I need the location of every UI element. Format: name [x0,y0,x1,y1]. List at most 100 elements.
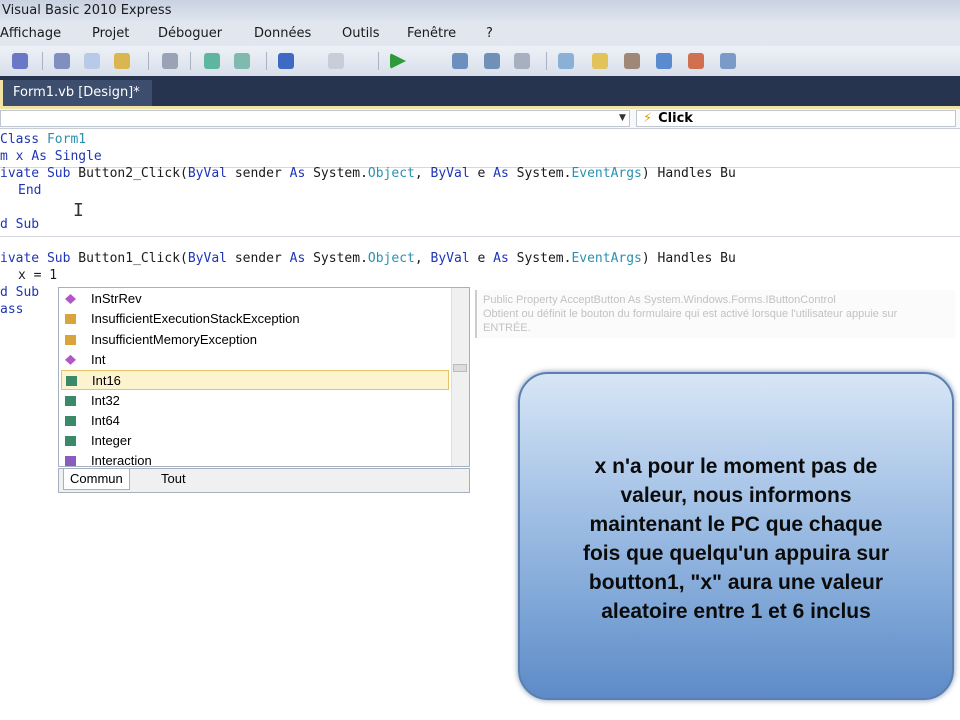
comment-icon[interactable] [204,53,220,69]
intellisense-item[interactable]: Integer [61,431,449,451]
callout-line: boutton1, "x" aura une valeur [588,571,884,594]
tooltip-description: Obtient ou définit le bouton du formulai… [483,308,898,320]
intellisense-item-label: InsufficientMemoryException [91,331,257,347]
menu-affichage[interactable]: Affichage [0,22,61,46]
menu-deboguer[interactable]: Déboguer [158,22,222,46]
annotation-callout: x n'a pour le moment pas de valeur, nous… [518,372,954,700]
intellisense-item[interactable]: Int16 [61,370,449,391]
module-icon [65,456,76,467]
menu-bar: Affichage Projet Déboguer Données Outils… [0,22,960,46]
intellisense-item-label: Integer [91,433,132,449]
class-icon [65,314,76,325]
method-name: Click [658,111,693,126]
text-cursor-icon: I [73,200,84,221]
intellisense-item[interactable]: InStrRev [61,289,449,309]
callout-line: maintenant le PC que chaque [589,513,883,536]
intellisense-tooltip: Public Property AcceptButton As System.W… [475,290,955,338]
code-line-end-sub: d Sub [0,285,40,300]
intellisense-item[interactable]: InsufficientMemoryException [61,330,449,350]
properties-icon[interactable] [592,53,608,69]
tab-tout[interactable]: Tout [155,469,192,490]
separator [378,52,379,70]
intellisense-tabs: Commun Tout [58,468,470,493]
class-name-dropdown[interactable]: ▼ [0,110,630,127]
separator [190,52,191,70]
callout-line: aleatoire entre 1 et 6 inclus [601,600,871,623]
separator [42,52,43,70]
output-icon[interactable] [720,53,736,69]
error-list-icon[interactable] [688,53,704,69]
intellisense-item-label: InStrRev [91,291,142,306]
tooltip-signature: Public Property AcceptButton As System.W… [483,294,836,306]
intellisense-item-label: Int [91,351,106,367]
class-icon [65,334,76,345]
step-out-icon[interactable] [514,53,530,69]
code-line-end-sub: d Sub [0,217,40,232]
callout-line: fois que quelqu'un appuira sur [582,542,889,565]
navigation-bar: ▼ ⚡ Click [0,109,960,129]
code-line-assign: x = 1 [18,268,58,283]
separator [148,52,149,70]
copy-icon[interactable] [84,53,100,69]
menu-help[interactable]: ? [486,22,493,46]
structure-icon [65,436,76,447]
intellisense-list[interactable]: InStrRev InsufficientExecutionStackExcept… [58,287,470,468]
intellisense-item[interactable]: Int32 [61,391,449,411]
code-keyword: Class [0,132,40,147]
intellisense-item-label: Int64 [91,412,120,428]
menu-fenetre[interactable]: Fenêtre [407,22,456,46]
code-line-end-class: ass [0,302,24,317]
menu-donnees[interactable]: Données [254,22,311,46]
code-line-button1: ivate Sub Button1_Click(ByVal sender As … [0,251,736,266]
scrollbar[interactable] [451,288,469,466]
menu-outils[interactable]: Outils [342,22,380,46]
tab-form1-design[interactable]: Form1.vb [Design]* [0,80,152,106]
code-line-class: Class Form1 [0,131,86,148]
start-debug-icon[interactable] [390,53,406,69]
tooltip-description-end: ENTRÉE. [483,322,531,334]
callout-line: valeur, nous informons [620,484,852,507]
chevron-down-icon: ▼ [619,113,626,123]
tab-commun[interactable]: Commun [63,469,130,490]
code-line-end: End [18,183,42,198]
code-type: Form1 [46,132,87,147]
code-line-dim: m x As Single [0,148,102,165]
separator [546,52,547,70]
structure-icon [65,395,76,406]
method-icon [65,354,76,365]
step-icon[interactable] [452,53,468,69]
separator [266,52,267,70]
intellisense-item-label: Int16 [92,373,121,389]
method-icon [65,294,76,304]
event-icon: ⚡ [643,111,653,126]
code-text: m x [0,149,24,164]
toolbox-icon[interactable] [624,53,640,69]
intellisense-item[interactable]: InsufficientExecutionStackException [61,309,449,329]
method-name-dropdown[interactable]: ⚡ Click [636,110,956,127]
solution-explorer-icon[interactable] [558,53,574,69]
document-tab-bar: Form1.vb [Design]* [0,76,960,109]
cut-icon[interactable] [54,53,70,69]
code-line-button2: ivate Sub Button2_Click(ByVal sender As … [0,166,736,181]
intellisense-item[interactable]: Int64 [61,411,449,431]
scrollbar-thumb[interactable] [453,364,467,372]
code-keyword: Single [54,149,102,164]
intellisense-item-label: Int32 [91,392,120,408]
save-all-icon[interactable] [12,53,28,69]
menu-projet[interactable]: Projet [92,22,129,46]
redo-icon[interactable] [328,53,344,69]
separator [0,236,960,237]
window-title: Visual Basic 2010 Express [2,3,172,18]
object-browser-icon[interactable] [656,53,672,69]
callout-line: x n'a pour le moment pas de [594,455,878,478]
paste-icon[interactable] [114,53,130,69]
uncomment-icon[interactable] [234,53,250,69]
intellisense-item[interactable]: Int [61,350,449,370]
structure-icon [65,415,76,426]
intellisense-item-label: InsufficientExecutionStackException [91,311,300,327]
undo-icon[interactable] [278,53,294,69]
toolbar [0,46,960,76]
callout-text: x n'a pour le moment pas de valeur, nous… [530,452,942,626]
find-icon[interactable] [162,53,178,69]
step-over-icon[interactable] [484,53,500,69]
